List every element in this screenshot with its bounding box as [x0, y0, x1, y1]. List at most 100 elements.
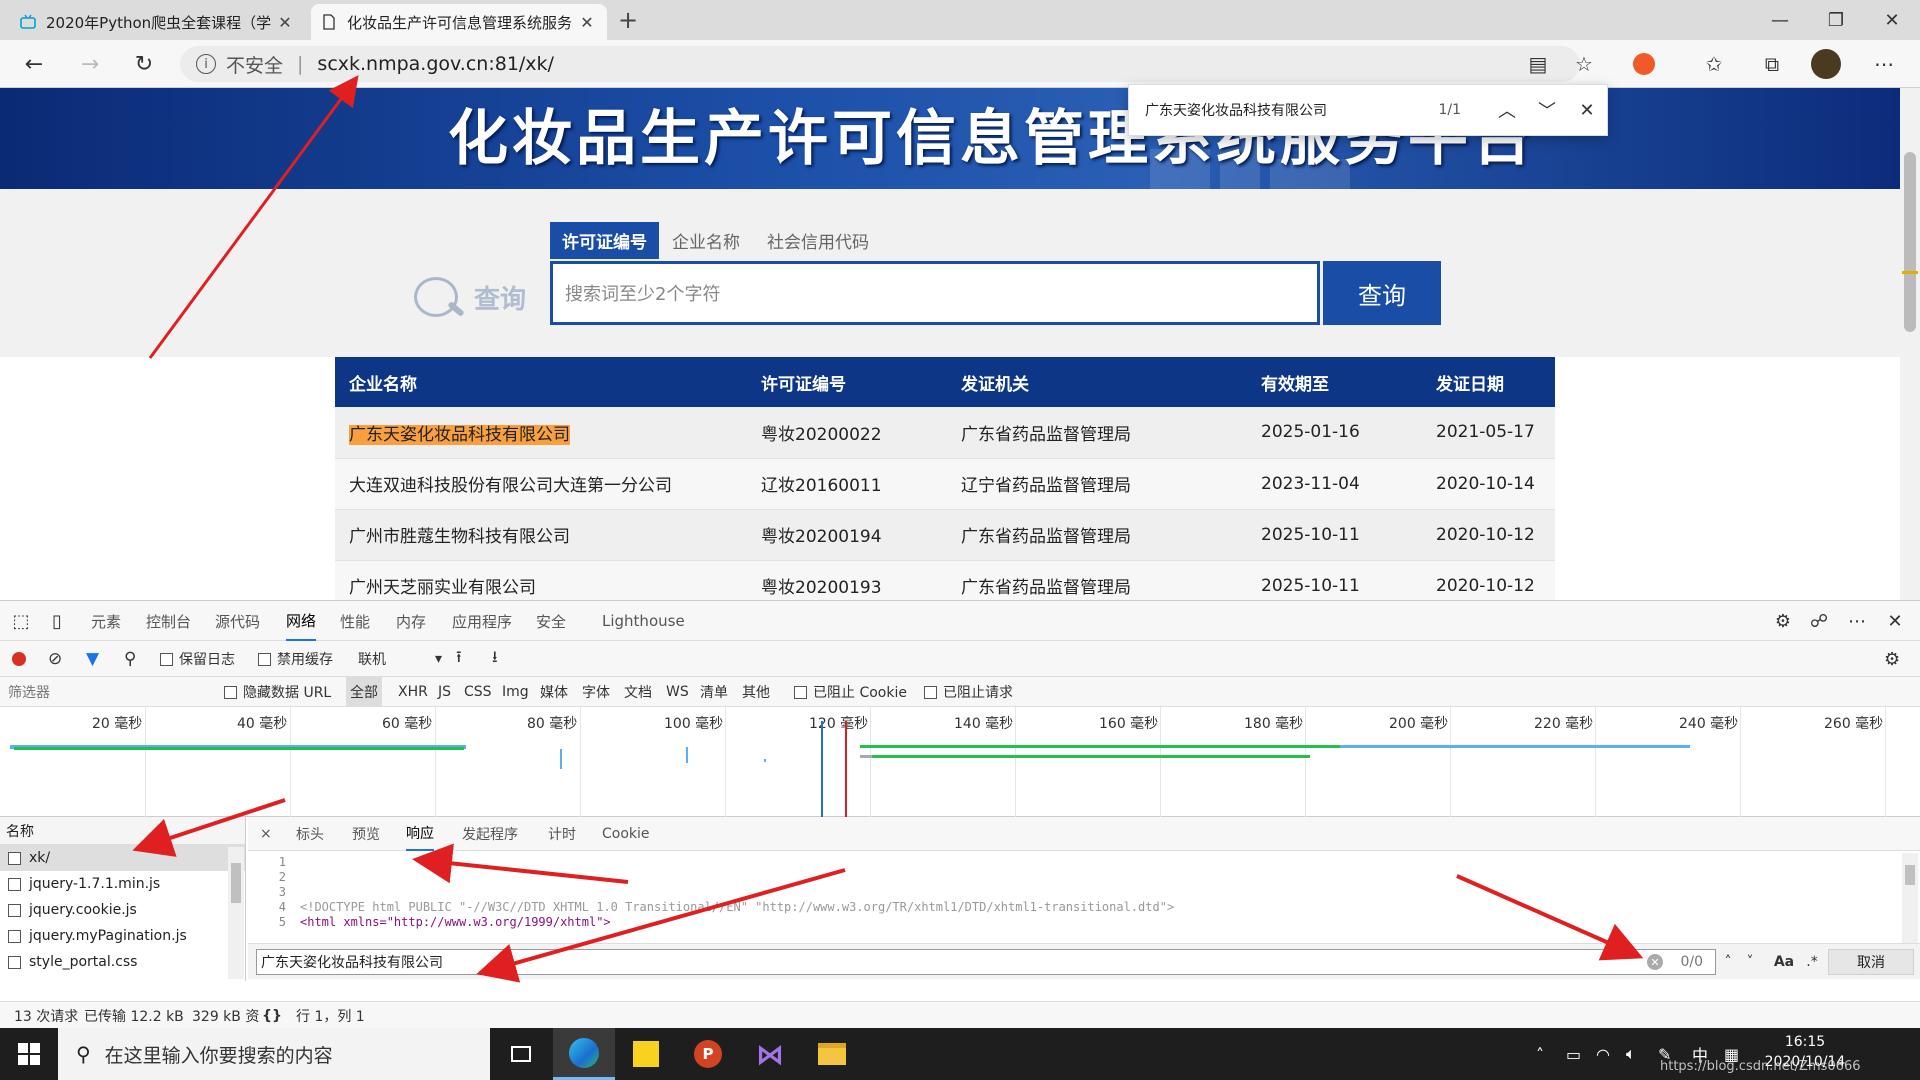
filter-type-manifest[interactable]: 清单	[700, 677, 728, 707]
filter-type-js[interactable]: JS	[438, 677, 451, 707]
filter-type-css[interactable]: CSS	[464, 677, 492, 707]
chevron-up-icon[interactable]: ︿	[1487, 97, 1527, 123]
filter-type-xhr[interactable]: XHR	[398, 677, 428, 707]
more-menu-icon[interactable]: ⋯	[1842, 601, 1872, 641]
list-item[interactable]: style_portal.css	[0, 949, 245, 975]
code-scrollbar[interactable]	[1902, 853, 1918, 943]
start-button[interactable]	[0, 1028, 58, 1080]
tab-response[interactable]: 响应	[406, 817, 434, 851]
tab-cookies[interactable]: Cookie	[602, 817, 650, 851]
tab-initiator[interactable]: 发起程序	[462, 817, 518, 851]
tab-elements[interactable]: 元素	[91, 601, 121, 641]
tab-lighthouse[interactable]: Lighthouse	[602, 601, 685, 641]
tab-cosmetics-license[interactable]: 化妆品生产许可信息管理系统服务 ✕	[311, 4, 607, 40]
search-input[interactable]: 搜索词至少2个字符	[550, 261, 1320, 325]
collections-icon[interactable]: ⧉	[1756, 48, 1788, 80]
checkbox[interactable]	[8, 903, 21, 917]
response-search-input[interactable]: 广东天姿化妆品科技有限公司 ✕ 0/0	[256, 949, 1716, 975]
network-settings-gear-icon[interactable]: ⚙	[1884, 641, 1900, 677]
blocked-requests-checkbox[interactable]: 已阻止请求	[924, 677, 1013, 707]
regex-button[interactable]: .*	[1800, 949, 1824, 975]
window-close-button[interactable]: ✕	[1864, 0, 1920, 40]
refresh-button[interactable]: ↻	[126, 46, 162, 82]
filter-type-media[interactable]: 媒体	[540, 677, 568, 707]
search-button[interactable]: 查询	[1323, 261, 1441, 325]
preserve-log-checkbox[interactable]: 保留日志	[160, 641, 235, 677]
clear-search-icon[interactable]: ✕	[1647, 954, 1663, 970]
scrollbar-thumb[interactable]	[231, 863, 241, 903]
checkbox[interactable]	[258, 652, 271, 666]
list-item[interactable]: jquery.myPagination.js	[0, 923, 245, 949]
record-button[interactable]	[12, 641, 26, 677]
address-bar[interactable]: i 不安全 | scxk.nmpa.gov.cn:81/xk/	[180, 46, 1580, 82]
avatar[interactable]	[1810, 48, 1842, 80]
back-button[interactable]: ←	[16, 46, 52, 82]
network-timeline-overview[interactable]: 20 毫秒 40 毫秒 60 毫秒 80 毫秒 100 毫秒 120 毫秒 14…	[0, 707, 1920, 817]
throttle-select[interactable]: 联机 ▾	[358, 641, 442, 677]
table-row[interactable]: 广东天姿化妆品科技有限公司 粤妆20200022 广东省药品监督管理局 2025…	[335, 407, 1555, 459]
filter-type-other[interactable]: 其他	[742, 677, 770, 707]
scrollbar-thumb[interactable]	[1904, 152, 1916, 332]
info-icon[interactable]: i	[196, 54, 216, 74]
tab-security[interactable]: 安全	[536, 601, 566, 641]
tab-network[interactable]: 网络	[286, 601, 317, 641]
export-har-icon[interactable]: ⭳	[492, 641, 498, 677]
close-icon[interactable]: ✕	[1880, 601, 1910, 641]
table-row[interactable]: 广州市胜蔻生物科技有限公司 粤妆20200194 广东省药品监督管理局 2025…	[335, 509, 1555, 561]
visual-studio-app-icon[interactable]: ⋈	[739, 1028, 801, 1080]
clear-icon[interactable]: ⊘	[48, 641, 62, 677]
filter-type-doc[interactable]: 文档	[624, 677, 652, 707]
company-cell[interactable]: 广州天芝丽实业有限公司	[335, 560, 747, 600]
tab-license-number[interactable]: 许可证编号	[550, 222, 659, 259]
tab-sources[interactable]: 源代码	[215, 601, 260, 641]
tab-company-name[interactable]: 企业名称	[660, 222, 752, 259]
company-cell[interactable]: 广州市胜蔻生物科技有限公司	[335, 509, 747, 561]
list-item[interactable]: jquery-1.7.1.min.js	[0, 871, 245, 897]
tab-preview[interactable]: 预览	[352, 817, 380, 851]
checkbox[interactable]	[8, 929, 21, 943]
scrollbar-thumb[interactable]	[1905, 865, 1915, 885]
filter-type-ws[interactable]: WS	[666, 677, 689, 707]
filter-icon[interactable]: ▼	[86, 641, 99, 677]
favorite-star-icon[interactable]: ☆	[1568, 48, 1600, 80]
search-icon[interactable]: ⚲	[124, 641, 136, 677]
volume-icon[interactable]: 🔈︎	[1626, 1028, 1636, 1080]
file-explorer-app-icon[interactable]	[801, 1028, 863, 1080]
close-icon[interactable]: ✕	[1567, 100, 1607, 121]
table-row[interactable]: 大连双迪科技股份有限公司大连第一分公司 辽妆20160011 辽宁省药品监督管理…	[335, 458, 1555, 510]
edge-app-icon[interactable]	[553, 1028, 615, 1080]
close-icon[interactable]: ✕	[577, 13, 597, 32]
names-scrollbar[interactable]	[228, 847, 244, 979]
blocked-cookies-checkbox[interactable]: 已阻止 Cookie	[794, 677, 907, 707]
company-cell[interactable]: 广东天姿化妆品科技有限公司	[335, 407, 747, 459]
battery-icon[interactable]: ▭	[1566, 1028, 1581, 1080]
inspect-icon[interactable]: ⬚	[6, 601, 36, 641]
feedback-icon[interactable]: ☍	[1804, 601, 1834, 641]
forward-button[interactable]: →	[72, 46, 108, 82]
company-cell[interactable]: 大连双迪科技股份有限公司大连第一分公司	[335, 458, 747, 510]
chevron-up-icon[interactable]: ˄	[1718, 949, 1738, 975]
favorites-list-icon[interactable]: ✩	[1698, 48, 1730, 80]
checkbox[interactable]	[8, 877, 21, 891]
page-scrollbar[interactable]	[1900, 88, 1920, 600]
tab-application[interactable]: 应用程序	[452, 601, 512, 641]
tray-chevron-icon[interactable]: ˄	[1536, 1028, 1544, 1080]
tab-console[interactable]: 控制台	[146, 601, 191, 641]
list-item[interactable]: xk/	[0, 845, 245, 871]
tab-performance[interactable]: 性能	[340, 601, 370, 641]
device-toggle-icon[interactable]: ▯	[42, 601, 72, 641]
pretty-print-button[interactable]: {}	[262, 1002, 282, 1030]
cancel-button[interactable]: 取消	[1828, 949, 1914, 975]
tab-headers[interactable]: 标头	[296, 817, 324, 851]
tab-memory[interactable]: 内存	[396, 601, 426, 641]
match-case-button[interactable]: Aa	[1772, 949, 1796, 975]
reader-mode-icon[interactable]: ▤	[1522, 48, 1554, 80]
chevron-down-icon[interactable]: ﹀	[1527, 97, 1567, 123]
list-item[interactable]: jquery.cookie.js	[0, 897, 245, 923]
sticky-notes-app-icon[interactable]	[615, 1028, 677, 1080]
powerpoint-app-icon[interactable]: P	[677, 1028, 739, 1080]
checkbox[interactable]	[8, 851, 21, 865]
network-icon[interactable]: ◠	[1596, 1028, 1610, 1080]
task-view-icon[interactable]	[490, 1028, 552, 1080]
filter-type-all[interactable]: 全部	[346, 677, 382, 707]
